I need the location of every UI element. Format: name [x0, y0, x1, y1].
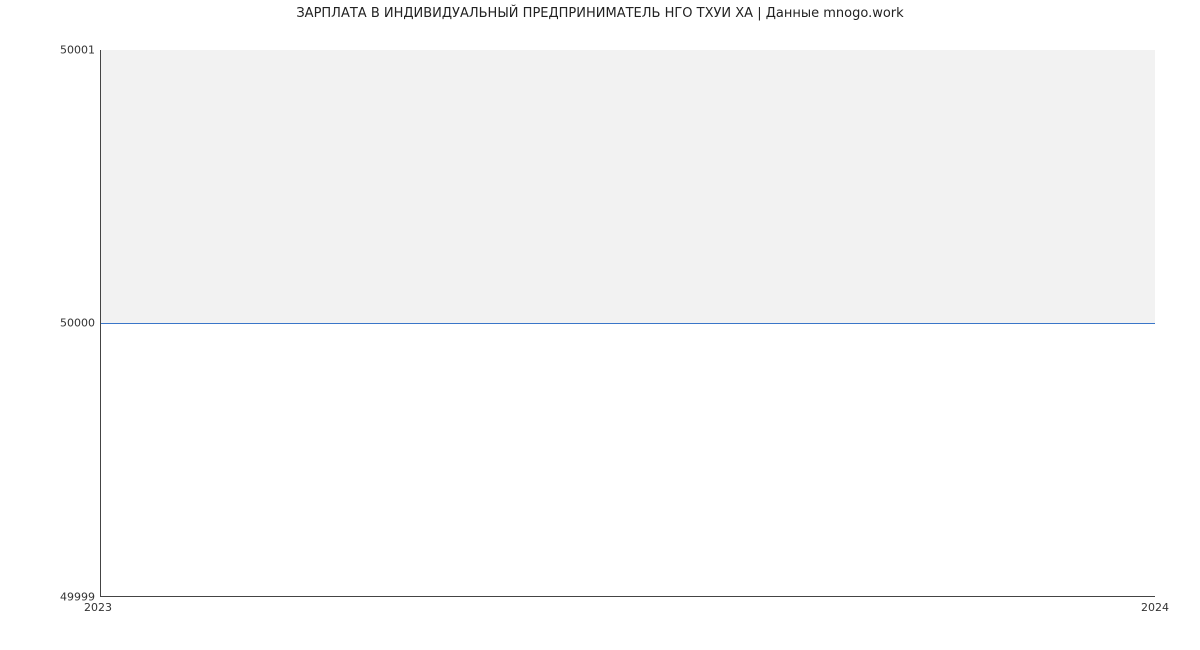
x-tick-right: 2024 — [1141, 601, 1169, 614]
salary-chart: ЗАРПЛАТА В ИНДИВИДУАЛЬНЫЙ ПРЕДПРИНИМАТЕЛ… — [0, 0, 1200, 650]
series-line — [101, 323, 1155, 324]
plot-area — [100, 50, 1155, 597]
chart-title: ЗАРПЛАТА В ИНДИВИДУАЛЬНЫЙ ПРЕДПРИНИМАТЕЛ… — [0, 6, 1200, 21]
x-tick-left: 2023 — [84, 601, 112, 614]
y-tick-mid: 50000 — [40, 317, 95, 330]
series-area-fill — [101, 50, 1155, 323]
y-tick-top: 50001 — [40, 44, 95, 57]
